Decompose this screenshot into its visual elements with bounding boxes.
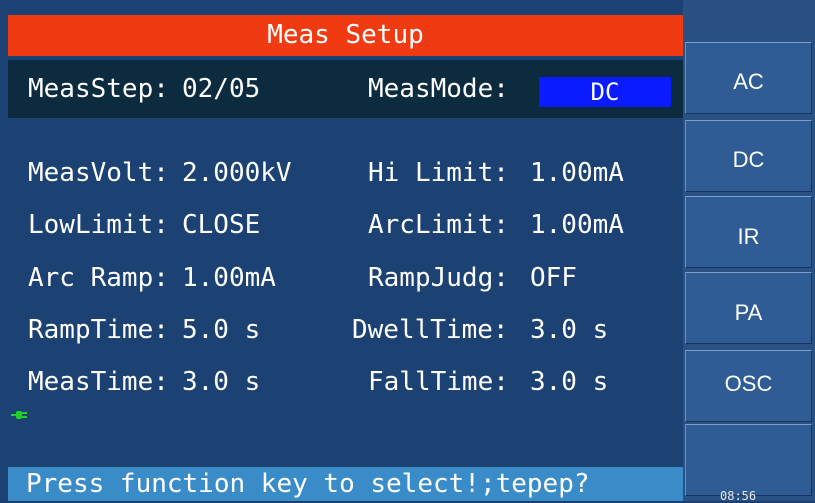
clock: 08:56 [720,489,757,503]
meas-time-label: MeasTime: [28,367,169,397]
meas-mode-label: MeasMode: [368,74,509,104]
arc-ramp-value[interactable]: 1.00mA [182,262,276,294]
help-bar: Press function key to select!;tepep? [8,467,683,501]
softkey-ac-label: AC [733,69,764,94]
meas-mode-value[interactable]: DC [539,77,671,107]
hi-limit-label: Hi Limit: [368,158,509,188]
softkey-ir-label: IR [737,224,760,249]
page-title: Meas Setup [8,15,683,56]
meas-volt-value[interactable]: 2.000kV [182,157,292,189]
hi-limit-value[interactable]: 1.00mA [530,157,624,189]
softkey-pa[interactable]: PA [685,272,812,344]
meas-volt-label: MeasVolt: [28,158,169,188]
arc-ramp-label: Arc Ramp: [28,263,169,293]
low-limit-value[interactable]: CLOSE [182,209,260,241]
low-limit-label: LowLimit: [28,210,169,240]
ramp-time-value[interactable]: 5.0 s [182,314,260,346]
softkey-osc[interactable]: OSC [685,350,812,422]
plug-icon [11,411,27,419]
meas-step-value[interactable]: 02/05 [182,74,260,104]
fall-time-label: FallTime: [368,367,509,397]
ramp-time-label: RampTime: [28,315,169,345]
main-panel: Meas Setup MeasStep: 02/05 MeasMode: DC … [0,0,683,501]
softkey-pa-label: PA [734,300,763,325]
arc-limit-label: ArcLimit: [368,210,509,240]
ramp-judg-value[interactable]: OFF [530,262,577,294]
dwell-time-value[interactable]: 3.0 s [530,314,608,346]
softkey-dc[interactable]: DC [685,120,812,192]
softkey-osc-label: OSC [724,371,773,396]
fall-time-value[interactable]: 3.0 s [530,366,608,398]
softkey-ac[interactable]: AC [685,42,812,114]
meas-time-value[interactable]: 3.0 s [182,366,260,398]
softkey-ir[interactable]: IR [685,196,812,268]
dwell-time-label: DwellTime: [352,315,509,345]
arc-limit-value[interactable]: 1.00mA [530,209,624,241]
meas-step-label: MeasStep: [28,74,169,104]
screen: Meas Setup MeasStep: 02/05 MeasMode: DC … [0,0,815,503]
softkey-blank[interactable] [685,424,812,496]
softkey-panel: AC DC IR PA OSC [683,0,815,501]
step-bar: MeasStep: 02/05 MeasMode: DC [8,60,683,118]
ramp-judg-label: RampJudg: [368,263,509,293]
help-message: Press function key to select!;tepep? [26,469,590,499]
softkey-dc-label: DC [732,147,765,172]
